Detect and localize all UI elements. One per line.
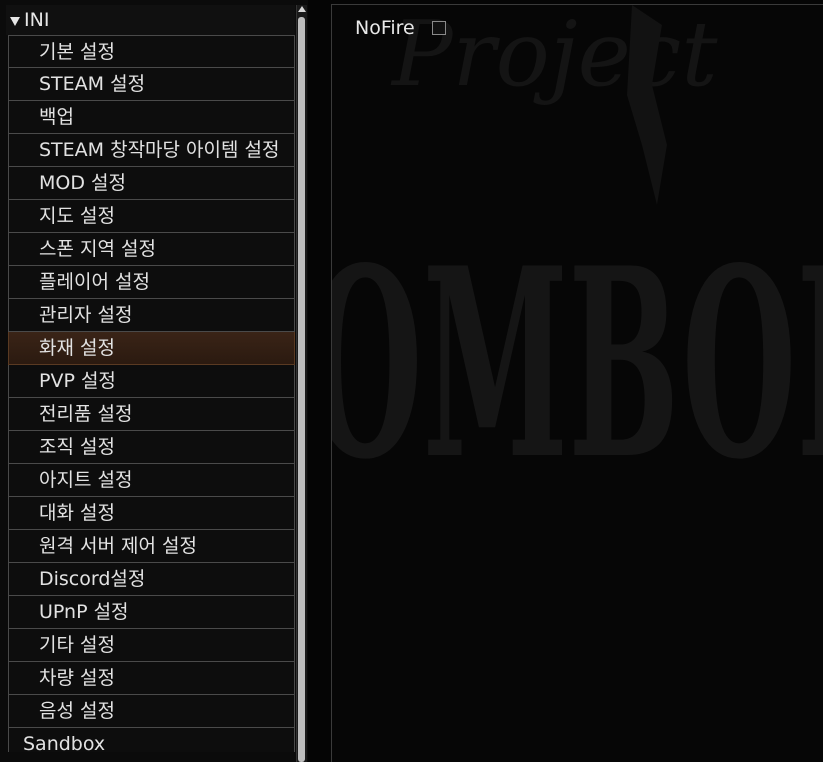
tree-item[interactable]: 원격 서버 제어 설정: [8, 530, 295, 563]
scrollbar-thumb[interactable]: [298, 17, 305, 762]
tree-item-label: 관리자 설정: [39, 304, 133, 326]
tree-item-label: STEAM 창작마당 아이템 설정: [39, 139, 280, 161]
settings-content-panel: Project ZOMBOID NoFire: [331, 4, 823, 762]
tree-item-label: PVP 설정: [39, 370, 116, 392]
tree-item[interactable]: 관리자 설정: [8, 299, 295, 332]
tree-item-label: 차량 설정: [39, 667, 115, 689]
tree-item-label: 조직 설정: [39, 436, 115, 458]
tree-item[interactable]: UPnP 설정: [8, 596, 295, 629]
tree-item-label: STEAM 설정: [39, 73, 146, 95]
nofire-checkbox[interactable]: [431, 21, 446, 35]
tree-item[interactable]: 기본 설정: [8, 35, 295, 68]
tree-item-label: 플레이어 설정: [39, 271, 150, 293]
tree-item[interactable]: 조직 설정: [8, 431, 295, 464]
tree-item[interactable]: 차량 설정: [8, 662, 295, 695]
tree-section-label: Sandbox: [23, 733, 106, 755]
tree-item[interactable]: 전리품 설정: [8, 398, 295, 431]
tree-item-label: MOD 설정: [39, 172, 126, 194]
nofire-label: NoFire: [355, 17, 415, 39]
settings-tree: INI 기본 설정 STEAM 설정백업 STEAM 창작마당 아이템 설정 MOD …: [6, 5, 295, 762]
scroll-up-arrow-icon[interactable]: [298, 6, 306, 12]
tree-item-label: 기타 설정: [39, 634, 115, 656]
tree-item[interactable]: STEAM 창작마당 아이템 설정: [8, 134, 295, 167]
tree-section-sandbox-partial[interactable]: Sandbox: [8, 728, 295, 755]
tree-item[interactable]: 기타 설정: [8, 629, 295, 662]
tree-item-label: 음성 설정: [39, 700, 115, 722]
watermark-zomboid-text: ZOMBOID: [332, 212, 823, 517]
setting-nofire: NoFire: [355, 17, 446, 39]
watermark-figure-shape: [627, 5, 667, 205]
tree-item[interactable]: Discord설정: [8, 563, 295, 596]
tree-item[interactable]: STEAM 설정: [8, 68, 295, 101]
tree-item-label: 대화 설정: [39, 502, 115, 524]
tree-item[interactable]: 스폰 지역 설정: [8, 233, 295, 266]
background-logo-watermark: Project ZOMBOID: [332, 5, 823, 517]
tree-item[interactable]: 지도 설정: [8, 200, 295, 233]
tree-item-label: 지도 설정: [39, 205, 115, 227]
tree-item-label: 기본 설정: [39, 41, 115, 63]
tree-item-label: 백업: [39, 106, 74, 128]
expand-triangle-icon[interactable]: [10, 17, 20, 26]
tree-item[interactable]: 음성 설정: [8, 695, 295, 728]
tree-scrollbar[interactable]: [296, 5, 307, 762]
tree-item[interactable]: MOD 설정: [8, 167, 295, 200]
tree-item-label: 원격 서버 제어 설정: [39, 535, 197, 557]
tree-item-label: 전리품 설정: [39, 403, 133, 425]
tree-item[interactable]: 백업: [8, 101, 295, 134]
app-window: INI 기본 설정 STEAM 설정백업 STEAM 창작마당 아이템 설정 MOD …: [0, 0, 823, 762]
tree-item-label: Discord설정: [39, 568, 146, 590]
tree-item-label: 화재 설정: [39, 337, 115, 359]
tree-item-label: UPnP 설정: [39, 601, 129, 623]
tree-item[interactable]: PVP 설정: [8, 365, 295, 398]
tree-item[interactable]: 플레이어 설정: [8, 266, 295, 299]
settings-tree-panel: INI 기본 설정 STEAM 설정백업 STEAM 창작마당 아이템 설정 MOD …: [0, 0, 308, 762]
tree-item[interactable]: 아지트 설정: [8, 464, 295, 497]
tree-item[interactable]: 대화 설정: [8, 497, 295, 530]
tree-root-label: INI: [24, 9, 50, 31]
tree-item[interactable]: 화재 설정: [8, 332, 295, 365]
tree-item-label: 아지트 설정: [39, 469, 133, 491]
tree-item-label: 스폰 지역 설정: [39, 238, 156, 260]
tree-root-ini[interactable]: INI: [6, 5, 295, 35]
